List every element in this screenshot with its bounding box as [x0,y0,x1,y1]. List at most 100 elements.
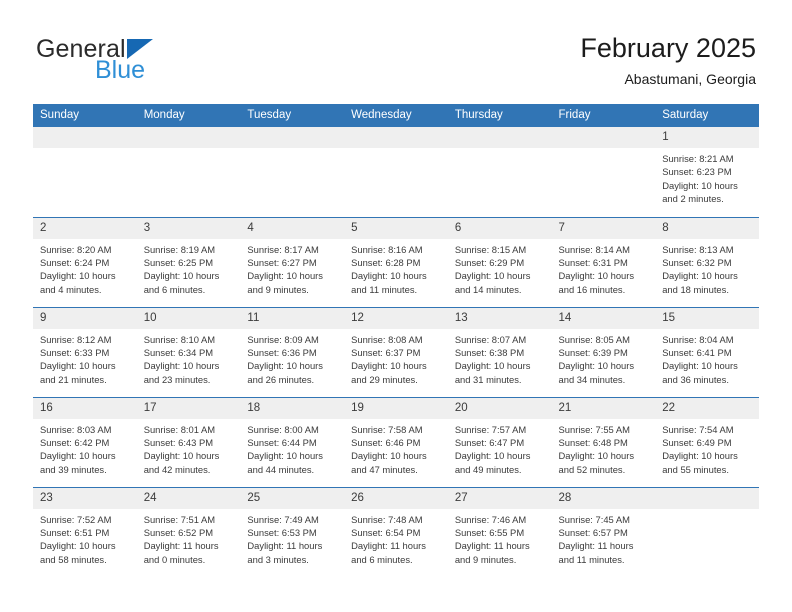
calendar-day-cell[interactable]: 23 Sunrise: 7:52 AM Sunset: 6:51 PM Dayligh… [33,486,137,577]
calendar-day-cell[interactable]: 26 Sunrise: 7:48 AM Sunset: 6:54 PM Dayligh… [344,486,448,577]
daylight-duration-line1: Daylight: 10 hours [40,540,116,552]
calendar-day-cell[interactable]: 16 Sunrise: 8:03 AM Sunset: 6:42 PM Dayligh… [33,396,137,487]
logo-wordmark-top: General [36,36,256,62]
calendar-day-cell[interactable]: 10 Sunrise: 8:10 AM Sunset: 6:34 PM Dayligh… [136,306,241,397]
day-number [33,127,137,148]
day-details: Sunrise: 8:00 AM Sunset: 6:44 PM Daylight:… [240,419,344,477]
sunset-time: Sunset: 6:39 PM [558,346,628,358]
calendar-day-cell[interactable]: 2 Sunrise: 8:20 AM Sunset: 6:24 PM Daylight… [33,216,137,307]
day-number [551,127,656,148]
daylight-duration-line2: and 14 minutes. [454,283,522,295]
day-number [344,127,448,148]
calendar-day-cell[interactable]: 11 Sunrise: 8:09 AM Sunset: 6:36 PM Dayligh… [240,306,345,397]
day-number: 10 [136,307,241,329]
sunrise-time: Sunrise: 7:51 AM [143,513,216,525]
sunset-time: Sunset: 6:24 PM [40,256,110,268]
sunrise-time: Sunrise: 8:04 AM [662,333,734,345]
calendar-day-cell[interactable]: 21 Sunrise: 7:55 AM Sunset: 6:48 PM Dayligh… [551,396,656,487]
calendar-day-cell[interactable]: 25 Sunrise: 7:49 AM Sunset: 6:53 PM Dayligh… [240,486,345,577]
sunset-time: Sunset: 6:51 PM [40,526,110,538]
sunrise-time: Sunrise: 7:54 AM [662,423,734,435]
sunrise-time: Sunrise: 8:20 AM [40,243,112,255]
daylight-duration-line2: and 0 minutes. [143,553,206,565]
daylight-duration-line2: and 29 minutes. [351,373,418,385]
general-blue-logo[interactable]: General Blue [36,36,256,88]
calendar-day-cell[interactable]: 6 Sunrise: 8:15 AM Sunset: 6:29 PM Daylight… [447,216,552,307]
daylight-duration-line1: Daylight: 11 hours [454,540,530,552]
calendar-day-cell[interactable]: 12 Sunrise: 8:08 AM Sunset: 6:37 PM Dayligh… [344,306,448,397]
daylight-duration-line1: Daylight: 10 hours [662,270,738,282]
day-number: 19 [344,397,448,419]
calendar-week-row: 2 Sunrise: 8:20 AM Sunset: 6:24 PM Daylight… [33,216,759,307]
daylight-duration-line2: and 39 minutes. [40,463,107,475]
sunset-time: Sunset: 6:29 PM [454,256,525,268]
sunrise-time: Sunrise: 8:09 AM [247,333,319,345]
calendar-week-row: 9 Sunrise: 8:12 AM Sunset: 6:33 PM Daylight… [33,306,759,397]
calendar-day-cell[interactable]: 4 Sunrise: 8:17 AM Sunset: 6:27 PM Daylight… [240,216,345,307]
calendar-day-cell[interactable]: 19 Sunrise: 7:58 AM Sunset: 6:46 PM Dayligh… [344,396,448,487]
sunset-time: Sunset: 6:25 PM [143,256,214,268]
calendar-day-cell[interactable]: 18 Sunrise: 8:00 AM Sunset: 6:44 PM Dayligh… [240,396,345,487]
sunset-time: Sunset: 6:34 PM [143,346,214,358]
calendar-day-cell[interactable]: 17 Sunrise: 8:01 AM Sunset: 6:43 PM Dayligh… [136,396,241,487]
calendar-day-cell[interactable]: 13 Sunrise: 8:07 AM Sunset: 6:38 PM Dayligh… [447,306,552,397]
weekday-header-wednesday: Wednesday [344,104,448,127]
day-number: 4 [240,217,345,239]
day-number: 24 [136,487,241,509]
calendar-day-cell[interactable]: 14 Sunrise: 8:05 AM Sunset: 6:39 PM Dayligh… [551,306,656,397]
calendar-day-cell[interactable]: 7 Sunrise: 8:14 AM Sunset: 6:31 PM Daylight… [551,216,656,307]
daylight-duration-line2: and 34 minutes. [558,373,626,385]
daylight-duration-line2: and 3 minutes. [247,553,309,565]
calendar-day-cell[interactable]: 27 Sunrise: 7:46 AM Sunset: 6:55 PM Dayligh… [447,486,552,577]
sunrise-time: Sunrise: 7:45 AM [558,513,630,525]
calendar-day-cell[interactable]: 1 Sunrise: 8:21 AM Sunset: 6:23 PM Daylight… [655,127,759,217]
day-details: Sunrise: 8:08 AM Sunset: 6:37 PM Daylight:… [344,329,448,387]
daylight-duration-line1: Daylight: 10 hours [40,270,116,282]
daylight-duration-line1: Daylight: 10 hours [558,360,635,372]
calendar-day-cell-empty [136,127,241,217]
daylight-duration-line1: Daylight: 10 hours [558,270,635,282]
day-number [240,127,345,148]
sunset-time: Sunset: 6:47 PM [454,436,525,448]
calendar-day-cell[interactable]: 20 Sunrise: 7:57 AM Sunset: 6:47 PM Dayligh… [447,396,552,487]
sunset-time: Sunset: 6:57 PM [558,526,628,538]
day-details: Sunrise: 8:09 AM Sunset: 6:36 PM Daylight:… [240,329,344,387]
sunrise-time: Sunrise: 8:15 AM [454,243,527,255]
weekday-header-thursday: Thursday [447,104,552,127]
daylight-duration-line2: and 11 minutes. [558,553,625,565]
daylight-duration-line1: Daylight: 10 hours [40,360,116,372]
day-number: 23 [33,487,137,509]
day-number: 11 [240,307,345,329]
sunrise-time: Sunrise: 7:48 AM [351,513,423,525]
calendar-day-cell[interactable]: 9 Sunrise: 8:12 AM Sunset: 6:33 PM Daylight… [33,306,137,397]
calendar-day-cell[interactable]: 3 Sunrise: 8:19 AM Sunset: 6:25 PM Daylight… [136,216,241,307]
calendar-day-cell[interactable]: 8 Sunrise: 8:13 AM Sunset: 6:32 PM Daylight… [655,216,759,307]
sunset-time: Sunset: 6:54 PM [351,526,421,538]
daylight-duration-line1: Daylight: 10 hours [454,360,531,372]
day-details: Sunrise: 7:58 AM Sunset: 6:46 PM Daylight:… [344,419,448,477]
daylight-duration-line1: Daylight: 10 hours [247,270,323,282]
sunset-time: Sunset: 6:28 PM [351,256,421,268]
daylight-duration-line2: and 49 minutes. [454,463,522,475]
calendar-day-cell-empty [240,127,345,217]
calendar-day-cell[interactable]: 28 Sunrise: 7:45 AM Sunset: 6:57 PM Dayligh… [551,486,656,577]
day-number: 27 [447,487,552,509]
calendar-day-cell[interactable]: 22 Sunrise: 7:54 AM Sunset: 6:49 PM Dayligh… [655,396,759,487]
calendar-day-cell[interactable]: 24 Sunrise: 7:51 AM Sunset: 6:52 PM Dayligh… [136,486,241,577]
day-number: 8 [655,217,759,239]
daylight-duration-line2: and 26 minutes. [247,373,315,385]
calendar-day-cell-empty [447,127,552,217]
sunset-time: Sunset: 6:52 PM [143,526,214,538]
location-subtitle: Abastumani, Georgia [624,71,756,87]
day-number: 25 [240,487,345,509]
daylight-duration-line2: and 11 minutes. [351,283,418,295]
day-number: 3 [136,217,241,239]
sunset-time: Sunset: 6:31 PM [558,256,628,268]
day-number: 5 [344,217,448,239]
day-details: Sunrise: 8:17 AM Sunset: 6:27 PM Daylight:… [240,239,344,297]
calendar-day-cell[interactable]: 15 Sunrise: 8:04 AM Sunset: 6:41 PM Dayligh… [655,306,759,397]
day-details: Sunrise: 8:15 AM Sunset: 6:29 PM Daylight:… [448,239,552,297]
calendar-header-row: Sunday Monday Tuesday Wednesday Thursday… [33,104,759,127]
calendar-week-row: 16 Sunrise: 8:03 AM Sunset: 6:42 PM Dayligh… [33,396,759,487]
calendar-day-cell[interactable]: 5 Sunrise: 8:16 AM Sunset: 6:28 PM Daylight… [344,216,448,307]
